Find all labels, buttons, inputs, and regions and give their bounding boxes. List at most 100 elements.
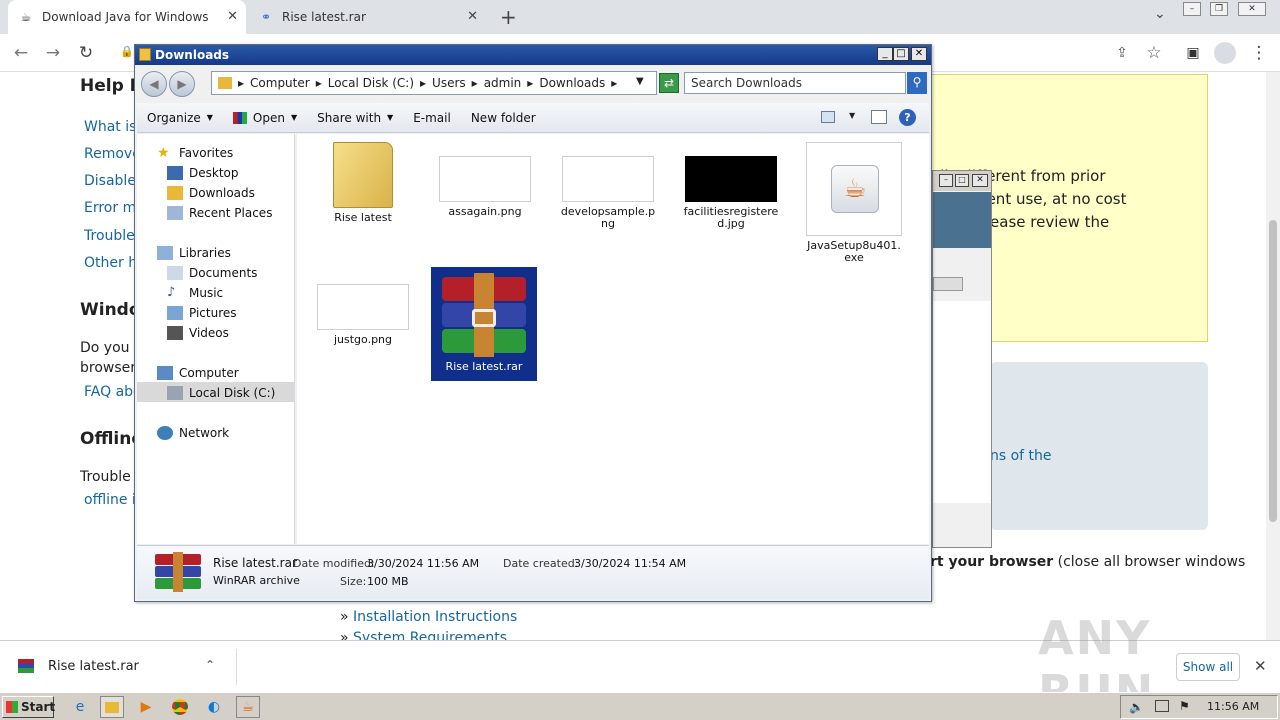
back-button[interactable]: ◀: [141, 71, 167, 97]
minimize-button[interactable]: _: [877, 47, 893, 61]
drive-icon: [167, 386, 183, 400]
organize-button[interactable]: Organize ▼: [137, 111, 223, 125]
email-button[interactable]: E-mail: [403, 111, 461, 125]
nav-network[interactable]: Network: [157, 424, 229, 442]
file-item[interactable]: justgo.png: [313, 270, 413, 346]
chevron-down-icon[interactable]: ▼: [849, 111, 855, 120]
installation-link[interactable]: Installation Instructions: [353, 609, 517, 625]
download-item-name[interactable]: Rise latest.rar: [48, 659, 139, 674]
forward-button[interactable]: →: [42, 42, 64, 64]
help-link[interactable]: Error m: [84, 200, 136, 216]
star-icon[interactable]: ☆: [1143, 42, 1165, 64]
share-icon[interactable]: ⇪: [1111, 42, 1133, 64]
size-label: Size:: [340, 575, 367, 588]
tab-search-button[interactable]: ⌄: [1154, 6, 1166, 22]
breadcrumb-separator: ▸: [238, 76, 245, 90]
nav-local-disk[interactable]: Local Disk (C:): [167, 384, 275, 402]
help-link[interactable]: What is: [84, 119, 136, 135]
new-tab-button[interactable]: +: [500, 5, 517, 29]
file-item[interactable]: ☕ JavaSetup8u401.exe: [804, 142, 904, 264]
breadcrumb-computer[interactable]: Computer: [250, 76, 310, 90]
avatar[interactable]: [1214, 42, 1236, 64]
close-icon[interactable]: ✕: [467, 9, 478, 24]
minimize-button[interactable]: –: [939, 174, 953, 187]
nav-videos[interactable]: Videos: [167, 324, 229, 342]
install-item: » Installation Instructions: [340, 609, 517, 625]
system-requirements-link[interactable]: System Requirements: [353, 630, 507, 640]
open-button[interactable]: Open ▼: [223, 111, 307, 125]
address-bar[interactable]: ▸ Computer ▸ Local Disk (C:) ▸ Users ▸ admi…: [211, 71, 657, 95]
terms-link[interactable]: ns of the: [990, 448, 1052, 464]
sidepanel-icon[interactable]: ▣: [1182, 42, 1204, 64]
nav-label: Libraries: [179, 246, 231, 260]
nav-documents[interactable]: Documents: [167, 264, 257, 282]
close-icon[interactable]: ✕: [227, 9, 238, 24]
details-filename: Rise latest.rar: [213, 556, 297, 570]
breadcrumb-admin[interactable]: admin: [484, 76, 522, 90]
chrome-icon[interactable]: [168, 696, 192, 718]
created-value: 3/30/2024 11:54 AM: [574, 557, 687, 570]
share-with-button[interactable]: Share with ▼: [307, 111, 403, 125]
volume-icon[interactable]: 🔈: [1129, 700, 1144, 714]
nav-pictures[interactable]: Pictures: [167, 304, 237, 322]
tab-rise-latest[interactable]: ⚭ Rise latest.rar ✕: [248, 0, 486, 34]
tab-title: Download Java for Windows: [42, 10, 209, 24]
info-box: ns of the: [990, 362, 1208, 530]
close-icon[interactable]: ✕: [972, 174, 988, 187]
scrollbar-thumb[interactable]: [1269, 220, 1277, 522]
close-window-button[interactable]: ✕: [1238, 2, 1266, 16]
edge-icon[interactable]: ◐: [202, 696, 226, 718]
nav-recent-places[interactable]: Recent Places: [167, 204, 272, 222]
help-link[interactable]: Disable: [84, 173, 136, 189]
breadcrumb-downloads[interactable]: Downloads: [539, 76, 605, 90]
search-input[interactable]: Search Downloads: [684, 72, 906, 94]
ie-icon[interactable]: e: [68, 696, 92, 718]
search-icon[interactable]: ⚲: [907, 72, 927, 94]
file-item[interactable]: facilitiesregistered.jpg: [681, 142, 781, 230]
new-folder-button[interactable]: New folder: [461, 111, 546, 125]
network-tray-icon[interactable]: [1155, 700, 1169, 712]
file-list: Rise latest assagain.png developsample.p…: [297, 134, 929, 544]
view-icon[interactable]: [821, 111, 835, 123]
file-item[interactable]: Rise latest: [313, 142, 413, 224]
explorer-titlebar: Downloads: [135, 45, 931, 65]
maximize-button[interactable]: □: [893, 47, 909, 61]
java-taskbar-icon[interactable]: ☕: [236, 696, 260, 718]
faq-link[interactable]: FAQ abo: [84, 384, 142, 400]
file-item[interactable]: assagain.png: [435, 142, 535, 218]
maximize-button[interactable]: ❐: [1210, 2, 1228, 16]
nav-favorites[interactable]: ★ Favorites: [157, 144, 233, 162]
refresh-icon[interactable]: ⇄: [659, 73, 679, 93]
breadcrumb-local-disk[interactable]: Local Disk (C:): [328, 76, 414, 90]
start-button[interactable]: Start: [2, 696, 55, 718]
preview-pane-icon[interactable]: [871, 110, 887, 124]
tab-download-java[interactable]: ☕ Download Java for Windows ✕: [8, 0, 246, 34]
media-player-icon[interactable]: ▶: [134, 696, 158, 718]
forward-button[interactable]: ▶: [169, 71, 195, 97]
nav-downloads[interactable]: Downloads: [167, 184, 255, 202]
chevron-up-icon[interactable]: ⌃: [205, 658, 215, 672]
help-link[interactable]: Remove: [84, 146, 141, 162]
close-button[interactable]: ✕: [911, 47, 927, 61]
help-icon[interactable]: ?: [899, 109, 916, 126]
file-item[interactable]: developsample.png: [558, 142, 658, 230]
maximize-button[interactable]: □: [955, 174, 969, 187]
menu-icon[interactable]: ⋮: [1248, 42, 1270, 64]
flag-icon[interactable]: ⚑: [1179, 699, 1190, 713]
nav-music[interactable]: ♪ Music: [167, 284, 223, 302]
nav-libraries[interactable]: Libraries: [157, 244, 231, 262]
breadcrumb-users[interactable]: Users: [432, 76, 466, 90]
nav-computer[interactable]: Computer: [157, 364, 239, 382]
winrar-icon: [18, 659, 34, 673]
minimize-button[interactable]: –: [1183, 2, 1201, 16]
pictures-icon: [167, 306, 183, 320]
page-scrollbar[interactable]: [1266, 72, 1280, 640]
star-icon: ★: [157, 145, 170, 161]
share-label: Share with: [317, 110, 382, 125]
back-button[interactable]: ←: [10, 42, 32, 64]
reload-button[interactable]: ↻: [75, 42, 97, 64]
explorer-taskbar-icon[interactable]: [100, 696, 124, 718]
nav-desktop[interactable]: Desktop: [167, 164, 239, 182]
file-item-selected[interactable]: Rise latest.rar: [431, 267, 537, 381]
history-dropdown[interactable]: ▼: [636, 76, 644, 87]
